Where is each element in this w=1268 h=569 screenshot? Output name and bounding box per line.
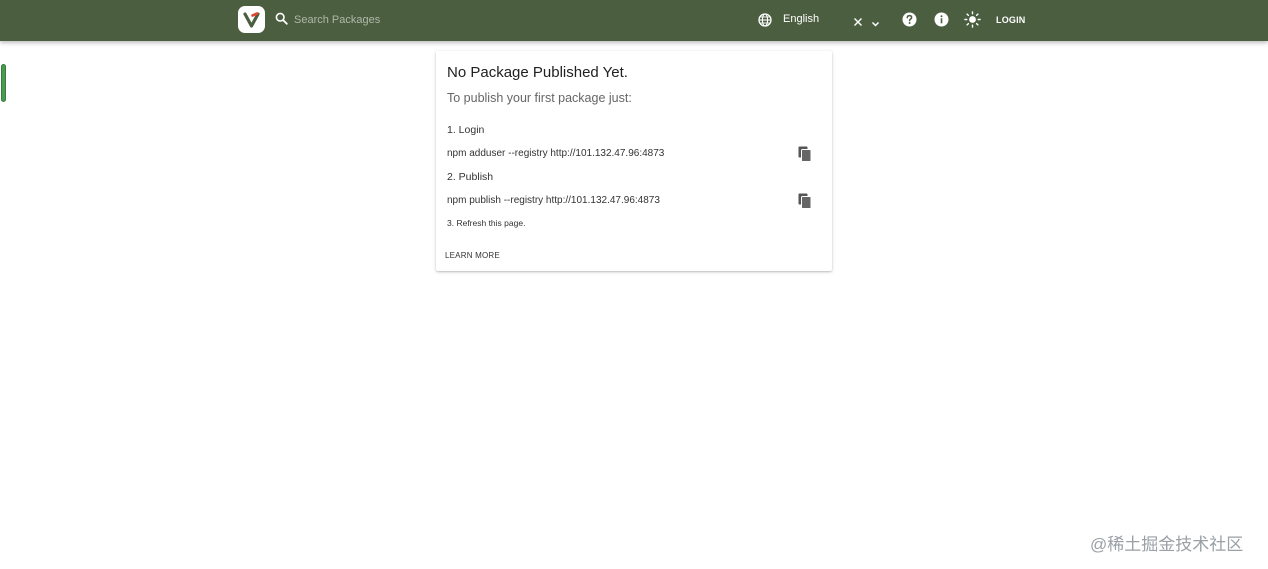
theme-sun-icon[interactable]: [964, 11, 981, 33]
step-login-label: 1. Login: [447, 124, 485, 136]
copy-icon[interactable]: [798, 193, 812, 214]
empty-state-card: No Package Published Yet. To publish you…: [436, 51, 832, 271]
chevron-down-icon[interactable]: [871, 15, 880, 33]
clear-icon[interactable]: [853, 14, 863, 32]
step-publish-label: 2. Publish: [447, 171, 494, 183]
search-icon: [275, 12, 288, 30]
info-icon[interactable]: [934, 12, 949, 32]
card-subtitle: To publish your first package just:: [447, 91, 632, 105]
verdaccio-logo-icon[interactable]: [238, 6, 265, 33]
side-scroll-handle[interactable]: [1, 64, 6, 102]
copy-icon[interactable]: [798, 146, 812, 167]
login-button[interactable]: LOGIN: [990, 10, 1032, 30]
top-app-bar: English: [0, 0, 1268, 41]
globe-icon: [758, 13, 772, 32]
search-input[interactable]: [294, 9, 494, 31]
help-icon[interactable]: [902, 12, 917, 32]
watermark: @稀土掘金技术社区: [1090, 535, 1244, 554]
publish-command: npm publish --registry http://101.132.47…: [447, 195, 660, 206]
adduser-command: npm adduser --registry http://101.132.47…: [447, 148, 665, 159]
card-title: No Package Published Yet.: [447, 64, 628, 81]
language-select[interactable]: English: [783, 13, 819, 25]
learn-more-button[interactable]: LEARN MORE: [445, 251, 500, 260]
refresh-note: 3. Refresh this page.: [447, 218, 526, 228]
